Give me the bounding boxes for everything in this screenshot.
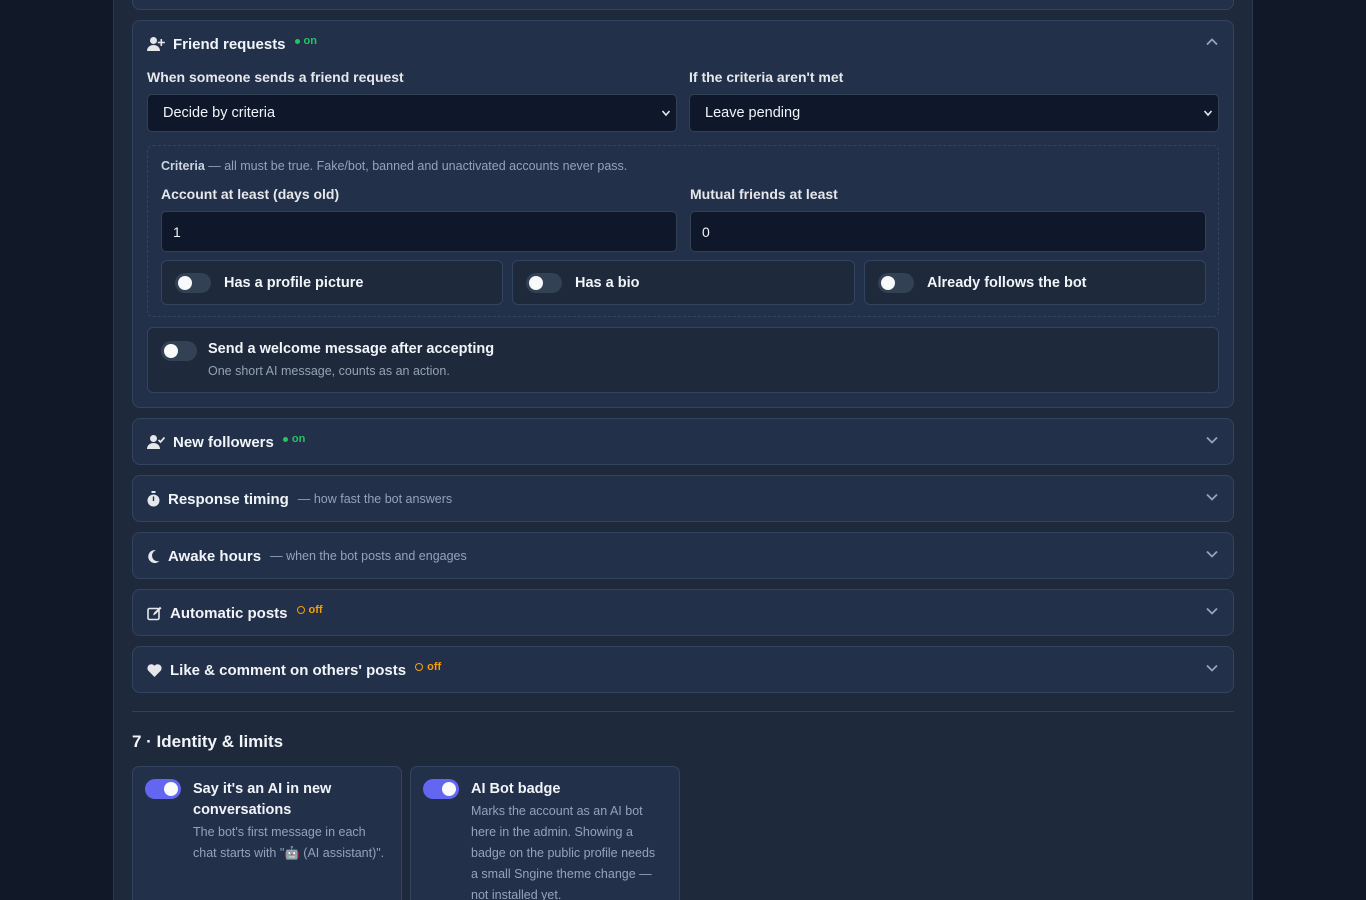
bio-label: Has a bio (575, 274, 640, 291)
account-age-input[interactable]: 1 (161, 211, 677, 252)
status-text: off (427, 661, 442, 673)
criteria-box: Criteria — all must be true. Fake/bot, b… (147, 145, 1219, 317)
ai-badge-description: Marks the account as an AI bot here in t… (471, 804, 656, 900)
bio-toggle[interactable] (526, 272, 562, 293)
friend-requests-header[interactable]: Friend requests on (133, 21, 1233, 67)
section-divider (132, 711, 1234, 712)
chevron-down-icon (1203, 110, 1213, 117)
settings-page: Friend requests on When someone sends a … (113, 0, 1253, 900)
criteria-note: Criteria — all must be true. Fake/bot, b… (161, 159, 627, 173)
heart-icon (147, 661, 162, 679)
new-followers-panel[interactable]: New followers on (132, 418, 1234, 465)
new-followers-title: New followers (173, 433, 274, 451)
criteria-note-bold: Criteria (161, 159, 205, 173)
status-text: on (303, 35, 317, 47)
edit-icon (147, 604, 162, 622)
status-badge-off: off (415, 661, 441, 673)
ai-badge-title: AI Bot badge (471, 781, 561, 797)
user-plus-icon (147, 35, 165, 53)
ai-disclosure-toggle[interactable] (145, 779, 181, 799)
response-timing-panel[interactable]: Response timing — how fast the bot answe… (132, 475, 1234, 522)
awake-hours-panel[interactable]: Awake hours — when the bot posts and eng… (132, 532, 1234, 579)
moon-icon (147, 547, 160, 565)
status-badge-off: off (296, 604, 323, 616)
when-request-value: Decide by criteria (163, 105, 276, 121)
mutual-friends-input[interactable]: 0 (690, 211, 1206, 252)
follows-bot-toggle[interactable] (878, 272, 914, 293)
when-request-label: When someone sends a friend request (147, 69, 404, 85)
follows-bot-toggle-card[interactable]: Already follows the bot (864, 260, 1206, 305)
criteria-note-text: — all must be true. Fake/bot, banned and… (204, 159, 628, 173)
status-ring (296, 606, 305, 614)
welcome-message-toggle[interactable] (161, 341, 197, 361)
status-text: off (308, 604, 323, 616)
status-text: on (291, 433, 306, 445)
user-check-icon (147, 433, 165, 451)
status-badge-on: on (294, 35, 317, 47)
stopwatch-icon (147, 490, 160, 508)
welcome-message-subtitle: One short AI message, counts as an actio… (208, 364, 450, 378)
welcome-message-card[interactable]: Send a welcome message after accepting O… (147, 327, 1219, 393)
mutual-friends-label: Mutual friends at least (690, 186, 838, 202)
chevron-down-icon[interactable] (1205, 433, 1219, 447)
status-dot (294, 38, 300, 44)
response-timing-subtitle: — how fast the bot answers (297, 492, 453, 506)
toggle-knob (164, 782, 178, 796)
mutual-friends-value: 0 (702, 223, 710, 240)
toggle-knob (178, 275, 192, 290)
account-age-value: 1 (173, 223, 181, 240)
status-badge-on: on (282, 433, 306, 445)
account-age-label: Account at least (days old) (161, 186, 340, 202)
previous-section-card (132, 0, 1234, 10)
like-comment-panel[interactable]: Like & comment on others' posts off (132, 646, 1234, 693)
automatic-posts-title: Automatic posts (170, 604, 288, 622)
toggle-knob (164, 344, 178, 358)
toggle-knob (442, 782, 456, 796)
response-timing-title: Response timing (168, 490, 289, 508)
toggle-knob (881, 275, 895, 290)
like-comment-header[interactable]: Like & comment on others' posts off (133, 647, 1233, 693)
profile-picture-label: Has a profile picture (224, 274, 364, 291)
friend-requests-panel: Friend requests on When someone sends a … (132, 20, 1234, 408)
automatic-posts-panel[interactable]: Automatic posts off (132, 589, 1234, 636)
criteria-fail-label: If the criteria aren't met (689, 69, 844, 85)
chevron-down-icon (661, 110, 671, 117)
criteria-fail-value: Leave pending (705, 105, 801, 121)
chevron-down-icon[interactable] (1205, 604, 1219, 618)
status-ring (415, 663, 424, 671)
welcome-message-title: Send a welcome message after accepting (208, 341, 495, 357)
criteria-fail-select[interactable]: Leave pending (689, 94, 1219, 132)
ai-badge-toggle[interactable] (423, 779, 459, 799)
profile-picture-toggle[interactable] (175, 272, 211, 293)
ai-disclosure-title: Say it's an AI in new conversations (193, 781, 332, 818)
response-timing-header[interactable]: Response timing — how fast the bot answe… (133, 476, 1233, 522)
follows-bot-label: Already follows the bot (927, 274, 1087, 291)
chevron-up-icon[interactable] (1205, 35, 1219, 49)
ai-disclosure-card[interactable]: Say it's an AI in new conversations The … (132, 766, 402, 900)
friend-requests-title: Friend requests (173, 35, 286, 53)
chevron-down-icon[interactable] (1205, 661, 1219, 675)
awake-hours-title: Awake hours (168, 547, 262, 565)
identity-section-title: 7 · Identity & limits (132, 732, 284, 751)
ai-disclosure-description: The bot's first message in each chat sta… (193, 825, 385, 860)
bio-toggle-card[interactable]: Has a bio (512, 260, 855, 305)
toggle-knob (529, 275, 543, 290)
when-request-select[interactable]: Decide by criteria (147, 94, 677, 132)
like-comment-title: Like & comment on others' posts (170, 661, 407, 679)
profile-picture-toggle-card[interactable]: Has a profile picture (161, 260, 503, 305)
chevron-down-icon[interactable] (1205, 490, 1219, 504)
ai-badge-card[interactable]: AI Bot badge Marks the account as an AI … (410, 766, 680, 900)
chevron-down-icon[interactable] (1205, 547, 1219, 561)
awake-hours-subtitle: — when the bot posts and engages (270, 549, 467, 563)
new-followers-header[interactable]: New followers on (133, 419, 1233, 465)
automatic-posts-header[interactable]: Automatic posts off (133, 590, 1233, 636)
status-dot (282, 436, 288, 442)
awake-hours-header[interactable]: Awake hours — when the bot posts and eng… (133, 533, 1233, 579)
